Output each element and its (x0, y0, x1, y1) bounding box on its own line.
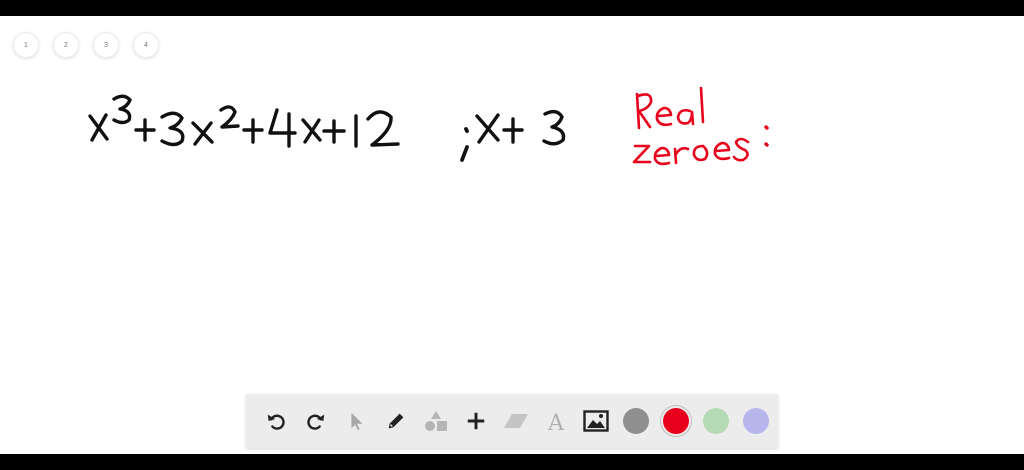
add-icon (467, 412, 485, 430)
color-purple-swatch[interactable] (736, 401, 776, 441)
shapes-tool-button[interactable] (416, 401, 456, 441)
undo-icon (267, 414, 285, 430)
handwritten-expression (88, 94, 566, 162)
color-gray-dot (623, 408, 649, 434)
text-tool-button[interactable]: A (536, 401, 576, 441)
pencil-tool-button[interactable] (376, 401, 416, 441)
handwritten-note (632, 86, 769, 166)
select-tool-button[interactable] (336, 401, 376, 441)
drawing-toolbar: A (246, 394, 778, 448)
select-pointer-icon (351, 412, 363, 431)
color-purple-dot (743, 408, 769, 434)
color-gray-swatch[interactable] (616, 401, 656, 441)
text-icon: A (547, 411, 565, 433)
pencil-icon (388, 413, 404, 429)
redo-icon (307, 414, 325, 430)
eraser-icon (504, 414, 528, 428)
color-green-dot (703, 408, 729, 434)
color-green-swatch[interactable] (696, 401, 736, 441)
redo-button[interactable] (296, 401, 336, 441)
eraser-tool-button[interactable] (496, 401, 536, 441)
color-red-dot (663, 408, 689, 434)
undo-button[interactable] (256, 401, 296, 441)
svg-text:A: A (547, 411, 565, 433)
whiteboard-canvas[interactable]: 1 2 3 4 A (0, 16, 1024, 454)
image-icon (583, 410, 609, 432)
shapes-icon (425, 411, 447, 431)
image-tool-button[interactable] (576, 401, 616, 441)
handwritten-content (88, 86, 769, 166)
color-red-swatch[interactable] (656, 401, 696, 441)
add-button[interactable] (456, 401, 496, 441)
